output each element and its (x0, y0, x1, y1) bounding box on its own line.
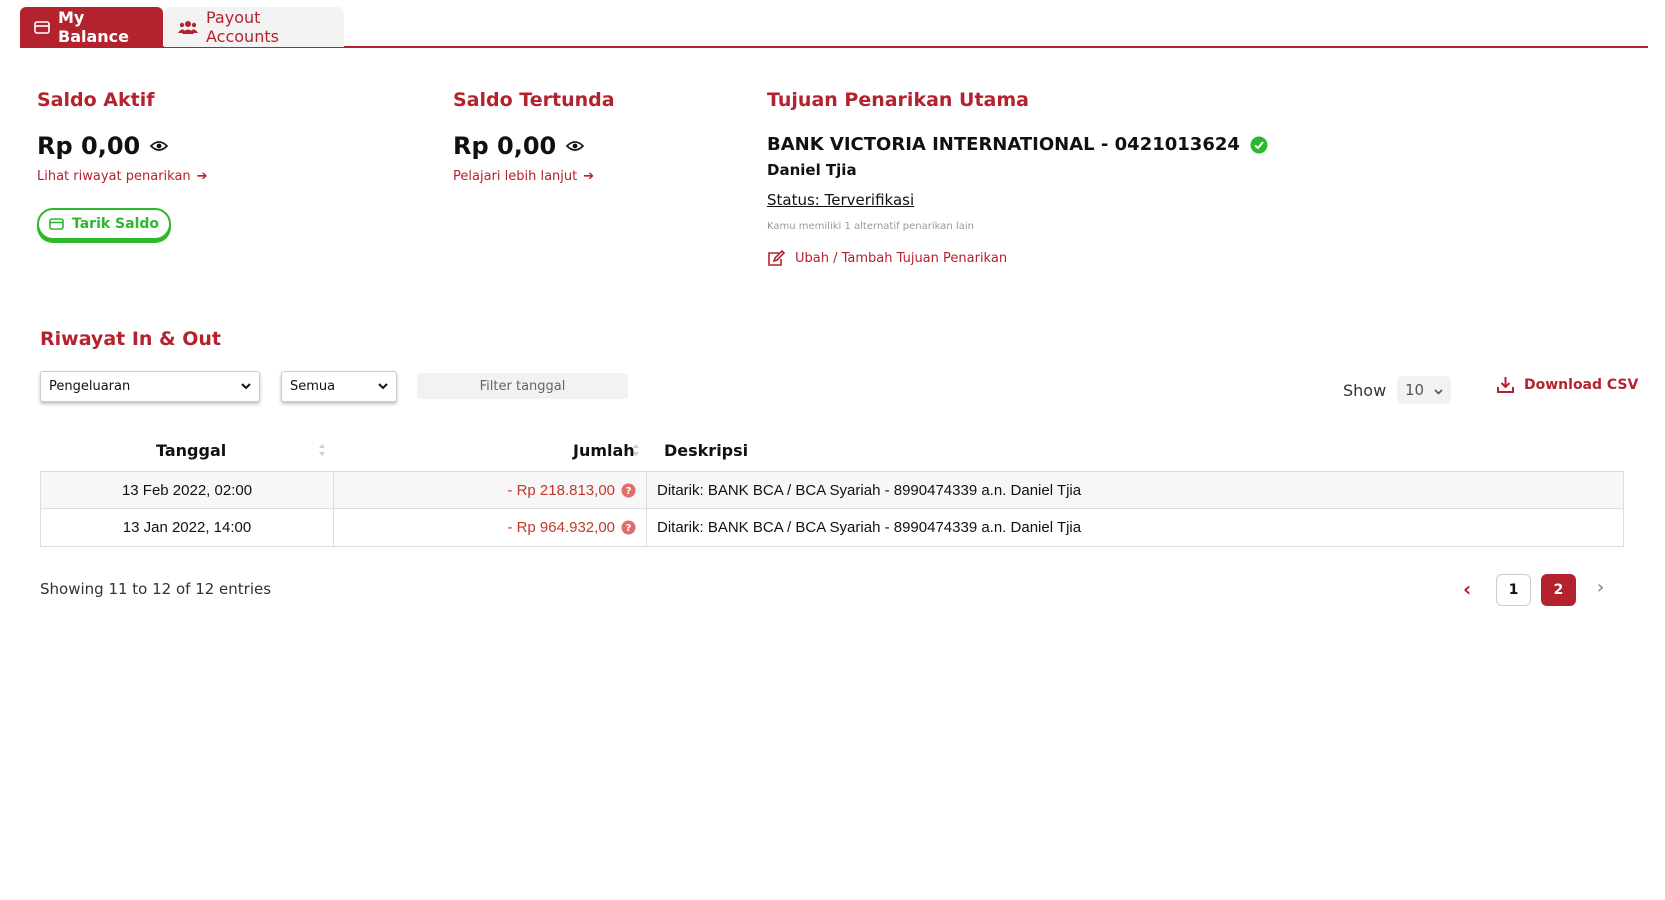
column-header-deskripsi: Deskripsi (664, 441, 749, 460)
svg-text:?: ? (626, 486, 632, 497)
verification-status[interactable]: Status: Terverifikasi (767, 191, 914, 209)
select-value: Pengeluaran (49, 379, 131, 394)
eye-icon[interactable] (150, 140, 169, 152)
card-icon (34, 20, 50, 34)
pagination-next[interactable]: › (1597, 577, 1604, 598)
download-icon (1497, 376, 1514, 393)
tab-payout-accounts[interactable]: Payout Accounts (164, 7, 344, 47)
cell-date: 13 Feb 2022, 02:00 (41, 472, 334, 509)
page-size-select[interactable]: 10 (1397, 376, 1451, 404)
question-icon[interactable]: ? (621, 483, 636, 498)
pelajari-link[interactable]: Pelajari lebih lanjut ➔ (453, 169, 594, 184)
link-label: Pelajari lebih lanjut (453, 169, 578, 184)
saldo-aktif-amount: Rp 0,00 (37, 132, 169, 160)
date-filter-input[interactable]: Filter tanggal (417, 373, 628, 399)
tarik-saldo-button[interactable]: Tarik Saldo (37, 208, 171, 240)
table-row: 13 Jan 2022, 14:00 - Rp 964.932,00 ? Dit… (41, 509, 1623, 546)
edit-label: Ubah / Tambah Tujuan Penarikan (795, 251, 1008, 266)
download-csv-button[interactable]: Download CSV (1497, 376, 1638, 393)
users-icon (178, 20, 198, 34)
pagination-prev[interactable]: ‹ (1463, 577, 1471, 601)
bank-account: BANK VICTORIA INTERNATIONAL - 0421013624 (767, 134, 1268, 155)
cell-amount: - Rp 964.932,00 ? (334, 509, 647, 546)
table-row: 13 Feb 2022, 02:00 - Rp 218.813,00 ? Dit… (41, 472, 1623, 509)
arrow-right-icon: ➔ (583, 169, 595, 184)
check-circle-icon (1250, 136, 1268, 154)
account-holder: Daniel Tjia (767, 161, 857, 179)
cell-description: Ditarik: BANK BCA / BCA Syariah - 899047… (657, 482, 1082, 499)
svg-text:?: ? (626, 523, 632, 534)
cell-description: Ditarik: BANK BCA / BCA Syariah - 899047… (657, 519, 1082, 536)
chevron-down-icon (378, 383, 388, 390)
status-filter-select[interactable]: Semua (281, 371, 397, 402)
type-filter-select[interactable]: Pengeluaran (40, 371, 260, 402)
alternative-note: Kamu memiliki 1 alternatif penarikan lai… (767, 221, 974, 232)
tab-label: My Balance (58, 8, 129, 46)
amount-value: - Rp 218.813,00 (507, 482, 615, 499)
placeholder: Filter tanggal (479, 378, 566, 394)
edit-tujuan-link[interactable]: Ubah / Tambah Tujuan Penarikan (767, 250, 1007, 267)
show-label: Show (1343, 381, 1387, 400)
link-label: Lihat riwayat penarikan (37, 169, 191, 184)
history-title: Riwayat In & Out (40, 328, 221, 350)
tab-label: Payout Accounts (206, 8, 279, 46)
amount-value: Rp 0,00 (453, 132, 557, 160)
download-label: Download CSV (1524, 376, 1639, 393)
chevron-down-icon (241, 383, 251, 390)
button-label: Tarik Saldo (71, 216, 160, 232)
select-value: 10 (1405, 381, 1425, 399)
history-table: 13 Feb 2022, 02:00 - Rp 218.813,00 ? Dit… (40, 471, 1624, 547)
tujuan-title: Tujuan Penarikan Utama (767, 89, 1029, 111)
riwayat-penarikan-link[interactable]: Lihat riwayat penarikan ➔ (37, 169, 208, 184)
cell-amount: - Rp 218.813,00 ? (334, 472, 647, 509)
sort-icon[interactable] (318, 443, 326, 457)
chevron-down-icon (1434, 381, 1443, 399)
arrow-right-icon: ➔ (196, 169, 208, 184)
amount-value: Rp 0,00 (37, 132, 141, 160)
entries-info: Showing 11 to 12 of 12 entries (40, 580, 272, 598)
pagination-page-2[interactable]: 2 (1541, 574, 1576, 606)
column-header-jumlah[interactable]: Jumlah (573, 441, 635, 460)
sort-icon[interactable] (632, 443, 640, 457)
tab-my-balance[interactable]: My Balance (20, 7, 163, 47)
amount-value: - Rp 964.932,00 (507, 519, 615, 536)
column-header-tanggal[interactable]: Tanggal (156, 441, 226, 460)
bank-name: BANK VICTORIA INTERNATIONAL - 0421013624 (767, 134, 1240, 155)
eye-icon[interactable] (566, 140, 585, 152)
pagination-page-1[interactable]: 1 (1496, 574, 1531, 606)
edit-icon (767, 250, 785, 267)
saldo-aktif-title: Saldo Aktif (37, 89, 155, 111)
cell-date: 13 Jan 2022, 14:00 (41, 509, 334, 546)
card-icon (49, 218, 64, 230)
saldo-tertunda-title: Saldo Tertunda (453, 89, 615, 111)
saldo-tertunda-amount: Rp 0,00 (453, 132, 585, 160)
select-value: Semua (290, 379, 336, 394)
question-icon[interactable]: ? (621, 520, 636, 535)
tab-bar: My Balance Payout Accounts (20, 7, 1648, 48)
